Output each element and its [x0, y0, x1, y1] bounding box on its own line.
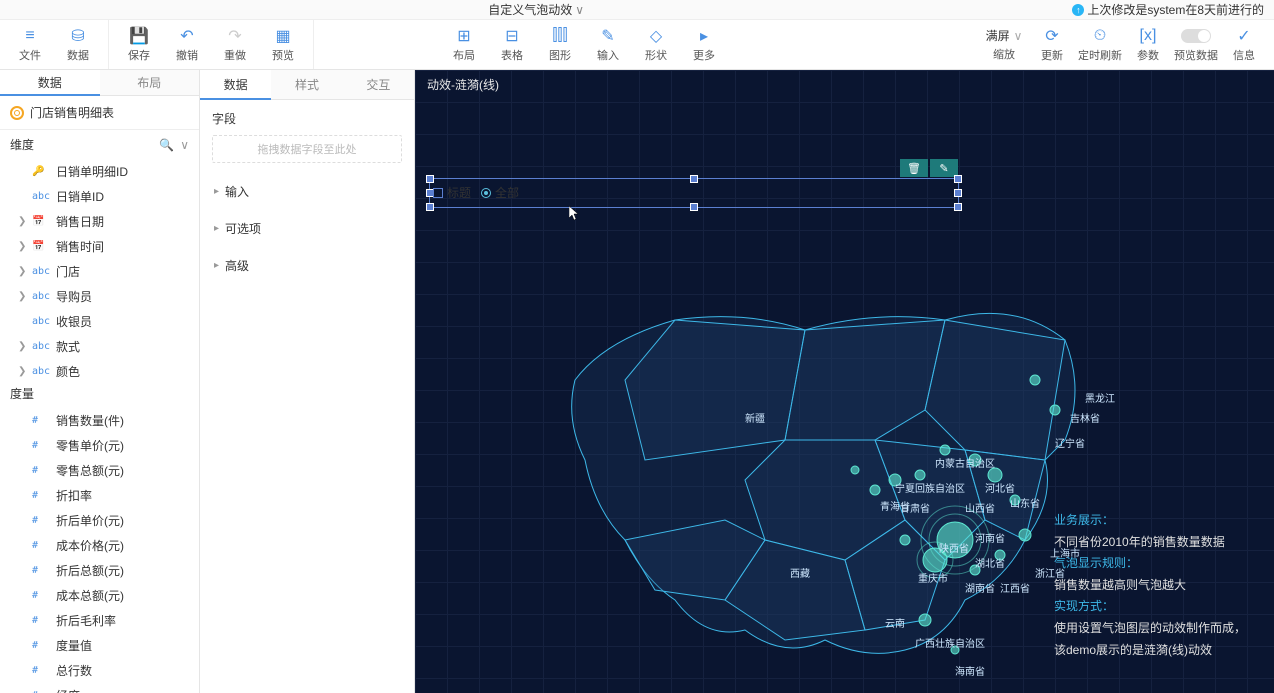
advanced-section[interactable]: ▸高级 [200, 247, 414, 284]
data-button[interactable]: ⛁数据 [54, 20, 102, 69]
left-panel: 数据 布局 门店销售明细表 维度 🔍 ∨ 🔑日销单明细IDabc日销单ID❯📅销… [0, 70, 200, 693]
doc-title[interactable]: 自定义气泡动效∨ [0, 1, 1072, 18]
delete-tool[interactable]: 🗑 [900, 159, 928, 177]
resize-handle[interactable] [426, 175, 434, 183]
tab-layout[interactable]: 布局 [100, 70, 200, 95]
province-label: 黑龙江 [1085, 390, 1115, 405]
datasource-row[interactable]: 门店销售明细表 [0, 96, 199, 130]
undo-button[interactable]: ↶撤销 [163, 20, 211, 69]
measure-field[interactable]: #折扣率 [0, 483, 199, 508]
info-button[interactable]: ✓信息 [1220, 20, 1268, 69]
more-button[interactable]: ▸更多 [680, 20, 728, 69]
datasource-icon [10, 106, 24, 120]
province-label: 湖北省 [975, 555, 1005, 570]
params-button[interactable]: [x]参数 [1124, 20, 1172, 69]
timed-refresh-button[interactable]: ⏲定时刷新 [1076, 20, 1124, 69]
input-section[interactable]: ▸输入 [200, 173, 414, 210]
measure-field[interactable]: #度量值 [0, 633, 199, 658]
dimension-field[interactable]: abc日销单ID [0, 184, 199, 209]
options-section[interactable]: ▸可选项 [200, 210, 414, 247]
tab-data[interactable]: 数据 [0, 70, 100, 96]
config-panel: 数据 样式 交互 字段 拖拽数据字段至此处 ▸输入 ▸可选项 ▸高级 [200, 70, 415, 693]
china-map: 黑龙江 吉林省 辽宁省 内蒙古自治区 新疆 宁夏回族自治区 青海省 甘肃省 陕西… [525, 260, 1145, 690]
province-label: 甘肃省 [900, 500, 930, 515]
province-label: 宁夏回族自治区 [895, 480, 965, 495]
refresh-button[interactable]: ⟳更新 [1028, 20, 1076, 69]
province-label: 陕西省 [939, 540, 969, 555]
preview-data-toggle[interactable]: 预览数据 [1172, 20, 1220, 69]
measure-field[interactable]: #折后单价(元) [0, 508, 199, 533]
measure-field[interactable]: #销售数量(件) [0, 408, 199, 433]
layout-button[interactable]: ⊞布局 [440, 20, 488, 69]
province-label: 辽宁省 [1055, 435, 1085, 450]
dimension-field[interactable]: ❯abc门店 [0, 259, 199, 284]
file-button[interactable]: ≡文件 [6, 20, 54, 69]
dimension-header: 维度 🔍 ∨ [0, 130, 199, 159]
chart-button[interactable]: ⫿⫿⫿图形 [536, 20, 584, 69]
datasource-name: 门店销售明细表 [30, 104, 114, 121]
resize-handle[interactable] [954, 175, 962, 183]
province-label: 广西壮族自治区 [915, 635, 985, 650]
province-label: 江西省 [1000, 580, 1030, 595]
tab-config-style[interactable]: 样式 [271, 70, 342, 99]
resize-handle[interactable] [954, 189, 962, 197]
tab-config-data[interactable]: 数据 [200, 70, 271, 100]
all-radio[interactable]: 全部 [481, 184, 519, 201]
dimension-field[interactable]: ❯abc款式 [0, 334, 199, 359]
province-label: 山东省 [1010, 495, 1040, 510]
title-checkbox[interactable]: 标题 [433, 184, 471, 201]
chevron-down-icon[interactable]: ∨ [180, 138, 189, 152]
measure-header: 度量 [0, 379, 199, 408]
measure-field[interactable]: #成本价格(元) [0, 533, 199, 558]
province-label: 新疆 [745, 410, 765, 425]
title-bar: 自定义气泡动效∨ ↑上次修改是system在8天前进行的 [0, 0, 1274, 20]
zoom-select[interactable]: 满屏 ∨缩放 [980, 20, 1028, 69]
dimension-field[interactable]: ❯abc颜色 [0, 359, 199, 378]
measure-field[interactable]: #总行数 [0, 658, 199, 683]
measure-field[interactable]: #折后总额(元) [0, 558, 199, 583]
resize-handle[interactable] [690, 175, 698, 183]
resize-handle[interactable] [690, 203, 698, 211]
measure-field[interactable]: #折后毛利率 [0, 608, 199, 633]
province-label: 西藏 [790, 565, 810, 580]
resize-handle[interactable] [954, 203, 962, 211]
table-button[interactable]: ⊟表格 [488, 20, 536, 69]
measure-field[interactable]: #零售单价(元) [0, 433, 199, 458]
info-panel: 业务展示： 不同省份2010年的销售数量数据 气泡显示规则： 销售数量越高则气泡… [1054, 510, 1254, 661]
province-label: 山西省 [965, 500, 995, 515]
measure-field[interactable]: #零售总额(元) [0, 458, 199, 483]
canvas[interactable]: 动效-涟漪(线) 🗑 ✎ 标题 全部 [415, 70, 1274, 693]
measure-field[interactable]: #经度 [0, 683, 199, 693]
chart-title: 动效-涟漪(线) [427, 76, 499, 93]
province-label: 海南省 [955, 663, 985, 678]
province-label: 重庆市 [918, 570, 948, 585]
dimension-field[interactable]: ❯📅销售日期 [0, 209, 199, 234]
province-label: 内蒙古自治区 [935, 455, 995, 470]
province-label: 云南 [885, 615, 905, 630]
input-button[interactable]: ✎输入 [584, 20, 632, 69]
search-icon[interactable]: 🔍 [159, 138, 174, 152]
province-label: 吉林省 [1070, 410, 1100, 425]
dimension-field[interactable]: abc收银员 [0, 309, 199, 334]
shape-button[interactable]: ◇形状 [632, 20, 680, 69]
dimension-field[interactable]: ❯📅销售时间 [0, 234, 199, 259]
redo-button[interactable]: ↷重做 [211, 20, 259, 69]
save-button[interactable]: 💾保存 [115, 20, 163, 69]
field-section-label: 字段 [212, 110, 402, 127]
save-hint: ↑上次修改是system在8天前进行的 [1072, 1, 1274, 18]
province-label: 湖南省 [965, 580, 995, 595]
field-dropzone[interactable]: 拖拽数据字段至此处 [212, 135, 402, 163]
tab-config-interact[interactable]: 交互 [343, 70, 414, 99]
dimension-field[interactable]: ❯abc导购员 [0, 284, 199, 309]
province-label: 河南省 [975, 530, 1005, 545]
resize-handle[interactable] [426, 203, 434, 211]
province-label: 河北省 [985, 480, 1015, 495]
measure-field[interactable]: #成本总额(元) [0, 583, 199, 608]
preview-button[interactable]: ▦预览 [259, 20, 307, 69]
dimension-field[interactable]: 🔑日销单明细ID [0, 159, 199, 184]
main-toolbar: ≡文件 ⛁数据 💾保存 ↶撤销 ↷重做 ▦预览 ⊞布局 ⊟表格 ⫿⫿⫿图形 ✎输… [0, 20, 1274, 70]
